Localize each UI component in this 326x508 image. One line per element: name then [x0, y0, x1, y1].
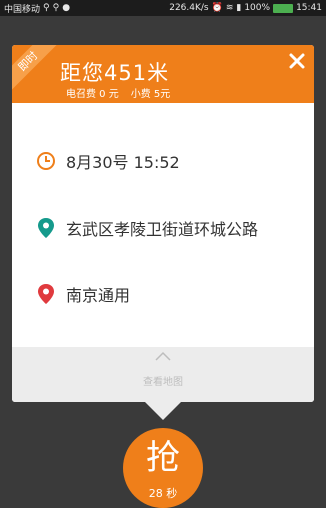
destination-address: 南京通用 — [66, 286, 131, 305]
clock: 15:41 — [296, 3, 322, 13]
close-icon — [289, 53, 305, 69]
usb-icon: ⚲ — [43, 3, 50, 13]
instant-badge: 即时 — [12, 45, 60, 93]
grab-label: 抢 — [146, 438, 180, 478]
order-card: 即时 距您451米 电召费 0 元 小费 5元 8月30号 15:52 玄武区孝… — [12, 45, 314, 402]
start-row: 玄武区孝陵卫街道环城公路 — [36, 216, 258, 240]
carrier-label: 中国移动 — [4, 4, 41, 15]
distance-label: 距您451米 — [60, 61, 170, 85]
card-pointer — [145, 402, 181, 420]
view-map-button[interactable]: 查看地图 — [12, 347, 314, 402]
chat-icon: ● — [62, 3, 71, 13]
location-icon: ⚲ — [52, 3, 60, 13]
grab-order-button[interactable]: 抢 28 秒 — [123, 428, 203, 508]
status-right: 226.4K/s ⏰ ≋ ▮ 100% 15:41 — [169, 3, 322, 13]
status-bar: 中国移动 ⚲ ⚲ ● 226.4K/s ⏰ ≋ ▮ 100% 15:41 — [0, 0, 326, 16]
countdown-label: 28 秒 — [148, 487, 178, 500]
wifi-icon: ≋ — [225, 3, 234, 13]
fee-row: 电召费 0 元 小费 5元 — [66, 85, 170, 100]
battery-percent: 100% — [244, 3, 271, 13]
close-button[interactable] — [287, 51, 307, 71]
call-fee: 电召费 0 元 — [66, 89, 119, 100]
start-address: 玄武区孝陵卫街道环城公路 — [66, 220, 259, 239]
clock-icon — [37, 152, 55, 170]
destination-row: 南京通用 — [36, 282, 130, 306]
start-pin-icon — [38, 218, 54, 238]
net-speed: 226.4K/s — [169, 3, 209, 13]
tip-fee: 小费 5元 — [130, 89, 171, 100]
view-map-label: 查看地图 — [143, 377, 183, 388]
alarm-icon: ⏰ — [211, 3, 223, 13]
status-left: 中国移动 ⚲ ⚲ ● — [4, 2, 70, 15]
destination-pin-icon — [38, 284, 54, 304]
order-header: 即时 距您451米 电召费 0 元 小费 5元 — [12, 45, 314, 103]
signal-icon: ▮ — [236, 3, 242, 13]
chevron-up-icon — [155, 351, 171, 361]
battery-icon — [273, 3, 294, 13]
order-time: 8月30号 15:52 — [66, 153, 180, 172]
time-row: 8月30号 15:52 — [36, 149, 180, 173]
